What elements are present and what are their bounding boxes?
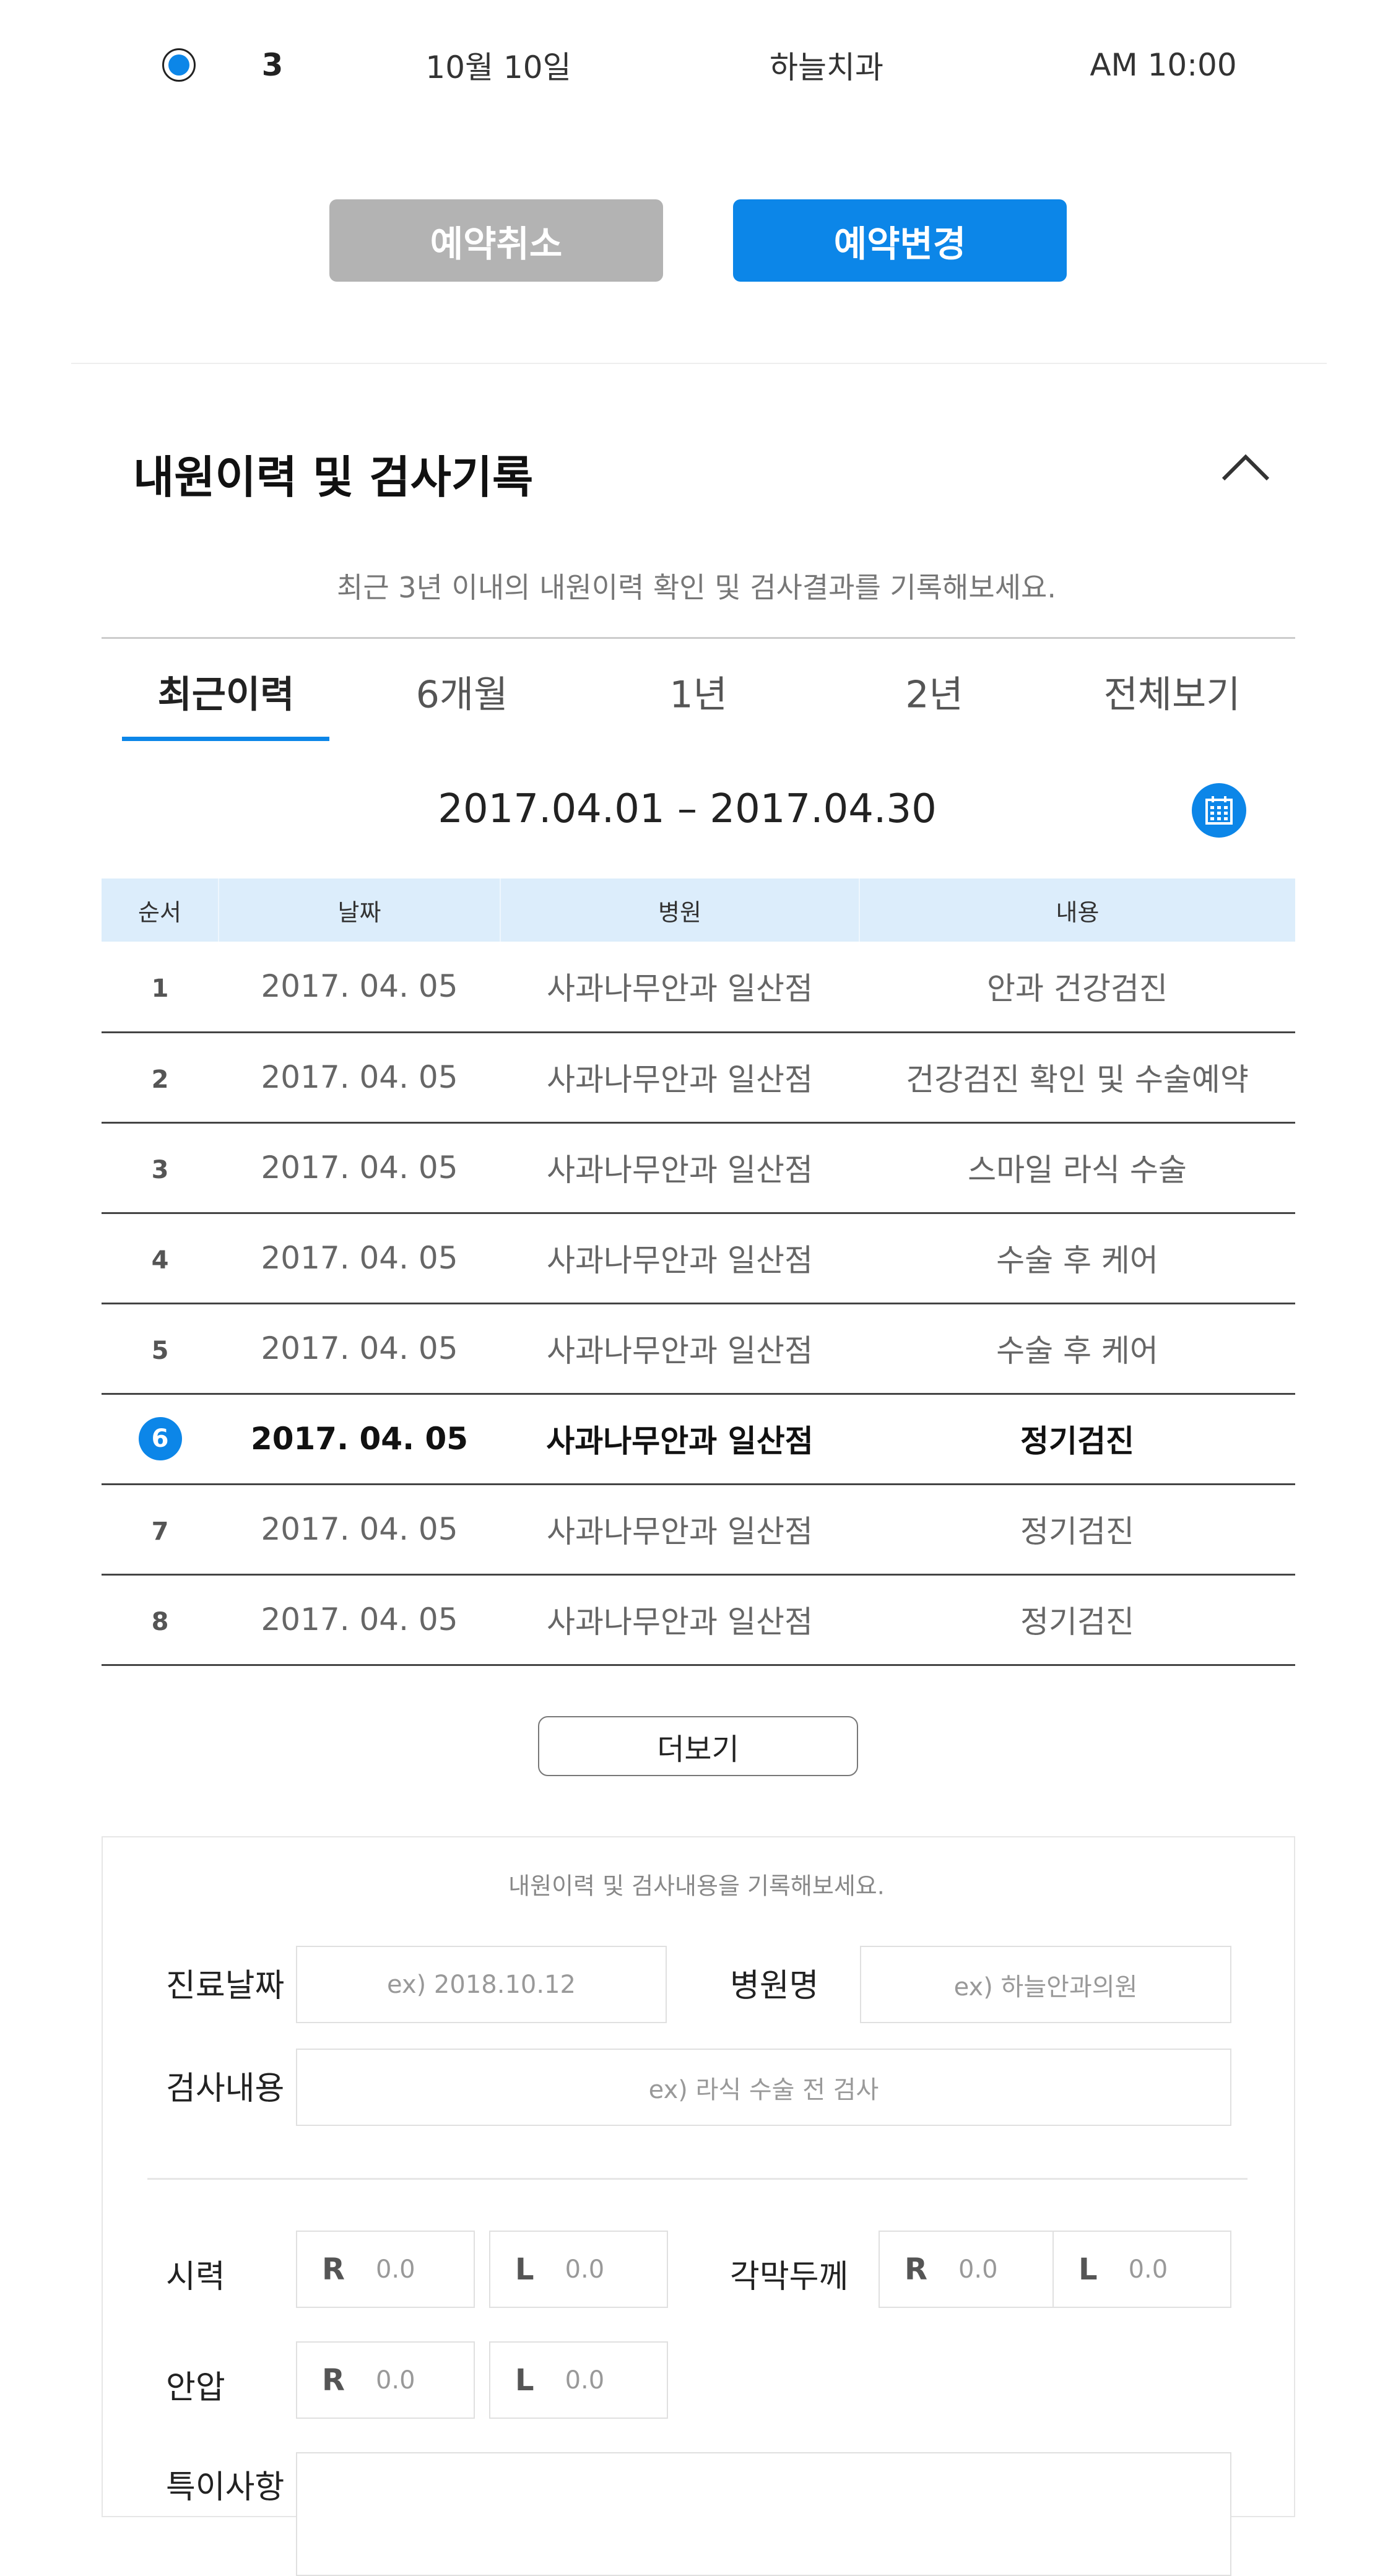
record-form xyxy=(102,1836,1295,2517)
table-row[interactable]: 8 2017. 04. 05 사과나무안과 일산점 정기검진 xyxy=(102,1574,1295,1666)
reservation-hospital: 하늘치과 xyxy=(770,50,883,85)
value-placeholder: 0.0 xyxy=(375,2366,415,2395)
tab-period[interactable]: 6개월 xyxy=(416,665,508,719)
row-content: 스마일 라식 수술 xyxy=(859,1122,1295,1214)
row-date: 2017. 04. 05 xyxy=(219,942,500,1033)
right-eye-label: R xyxy=(322,2252,345,2287)
row-date: 2017. 04. 05 xyxy=(219,1574,500,1666)
row-content: 수술 후 케어 xyxy=(859,1303,1295,1395)
notes-input[interactable] xyxy=(296,2452,1231,2576)
reservation-radio[interactable] xyxy=(162,48,196,82)
vision-right-input[interactable]: R 0.0 xyxy=(296,2231,475,2308)
tab-period[interactable]: 최근이력 xyxy=(158,665,295,719)
row-content: 안과 건강검진 xyxy=(859,942,1295,1033)
cornea-right-input[interactable]: R 0.0 xyxy=(879,2231,1057,2308)
row-number: 7 xyxy=(151,1517,169,1546)
collapse-chevron-up-icon[interactable] xyxy=(1221,452,1270,495)
row-hospital: 사과나무안과 일산점 xyxy=(500,942,859,1033)
pressure-left-input[interactable]: L 0.0 xyxy=(489,2341,668,2419)
section-subtitle: 최근 3년 이내의 내원이력 확인 및 검사결과를 기록해보세요. xyxy=(337,571,1056,604)
vision-left-input[interactable]: L 0.0 xyxy=(489,2231,668,2308)
row-hospital: 사과나무안과 일산점 xyxy=(500,1394,859,1485)
vision-label: 시력 xyxy=(166,2258,225,2296)
cornea-thickness-label: 각막두께 xyxy=(730,2258,849,2296)
col-header-date: 날짜 xyxy=(218,878,500,942)
load-more-button[interactable]: 더보기 xyxy=(538,1716,858,1776)
value-placeholder: 0.0 xyxy=(1128,2255,1168,2284)
tab-period[interactable]: 전체보기 xyxy=(1104,665,1241,719)
active-tab-underline xyxy=(122,737,329,741)
exam-content-label: 검사내용 xyxy=(166,2070,285,2107)
row-hospital: 사과나무안과 일산점 xyxy=(500,1032,859,1124)
left-eye-label: L xyxy=(515,2252,534,2287)
row-date: 2017. 04. 05 xyxy=(219,1213,500,1304)
notes-label: 특이사항 xyxy=(166,2469,285,2506)
cancel-reservation-button[interactable]: 예약취소 xyxy=(329,199,663,282)
table-row[interactable]: 4 2017. 04. 05 사과나무안과 일산점 수술 후 케어 xyxy=(102,1213,1295,1304)
reservation-date: 10월 10일 xyxy=(425,50,571,85)
row-hospital: 사과나무안과 일산점 xyxy=(500,1122,859,1214)
row-content: 정기검진 xyxy=(859,1484,1295,1576)
right-eye-label: R xyxy=(905,2252,927,2287)
exam-content-input[interactable]: ex) 라식 수술 전 검사 xyxy=(296,2049,1231,2126)
row-content: 정기검진 xyxy=(859,1394,1295,1485)
hospital-name-input[interactable]: ex) 하늘안과의원 xyxy=(860,1946,1231,2023)
left-eye-label: L xyxy=(1078,2252,1098,2287)
row-number: 2 xyxy=(151,1065,169,1094)
row-number: 3 xyxy=(151,1156,169,1184)
row-hospital: 사과나무안과 일산점 xyxy=(500,1213,859,1304)
treatment-date-label: 진료날짜 xyxy=(166,1967,285,2005)
table-row[interactable]: 1 2017. 04. 05 사과나무안과 일산점 안과 건강검진 xyxy=(102,942,1295,1033)
cornea-left-input[interactable]: L 0.0 xyxy=(1052,2231,1231,2308)
selected-number-badge: 6 xyxy=(138,1417,182,1460)
value-placeholder: 0.0 xyxy=(375,2255,415,2284)
row-hospital: 사과나무안과 일산점 xyxy=(500,1484,859,1576)
eye-pressure-label: 안압 xyxy=(166,2369,225,2406)
tab-period[interactable]: 2년 xyxy=(905,665,963,719)
row-number: 8 xyxy=(151,1608,169,1636)
treatment-date-input[interactable]: ex) 2018.10.12 xyxy=(296,1946,667,2023)
row-content: 정기검진 xyxy=(859,1574,1295,1666)
col-header-order: 순서 xyxy=(102,878,219,942)
row-number: 4 xyxy=(151,1246,169,1275)
row-date: 2017. 04. 05 xyxy=(219,1484,500,1576)
section-title: 내원이력 및 검사기록 xyxy=(133,451,534,503)
row-date: 2017. 04. 05 xyxy=(219,1394,500,1485)
tab-period[interactable]: 1년 xyxy=(669,665,727,719)
pressure-right-input[interactable]: R 0.0 xyxy=(296,2341,475,2419)
change-reservation-button[interactable]: 예약변경 xyxy=(733,199,1067,282)
row-date: 2017. 04. 05 xyxy=(219,1122,500,1214)
left-eye-label: L xyxy=(515,2362,534,2398)
row-number: 1 xyxy=(151,974,169,1004)
table-row[interactable]: 2 2017. 04. 05 사과나무안과 일산점 건강검진 확인 및 수술예약 xyxy=(102,1032,1295,1124)
form-divider xyxy=(147,2178,1248,2180)
row-content: 건강검진 확인 및 수술예약 xyxy=(859,1032,1295,1124)
row-date: 2017. 04. 05 xyxy=(219,1303,500,1395)
section-divider xyxy=(71,363,1327,364)
table-row[interactable]: 7 2017. 04. 05 사과나무안과 일산점 정기검진 xyxy=(102,1484,1295,1576)
row-hospital: 사과나무안과 일산점 xyxy=(500,1574,859,1666)
table-row[interactable]: 5 2017. 04. 05 사과나무안과 일산점 수술 후 케어 xyxy=(102,1303,1295,1395)
value-placeholder: 0.0 xyxy=(958,2255,998,2284)
value-placeholder: 0.0 xyxy=(565,2366,605,2395)
row-hospital: 사과나무안과 일산점 xyxy=(500,1303,859,1395)
col-header-hospital: 병원 xyxy=(500,878,859,942)
reservation-time: AM 10:00 xyxy=(1090,47,1237,83)
form-subtitle: 내원이력 및 검사내용을 기록해보세요. xyxy=(508,1872,885,1900)
table-row[interactable]: 6 2017. 04. 05 사과나무안과 일산점 정기검진 xyxy=(102,1394,1295,1485)
row-number: 5 xyxy=(151,1337,169,1365)
reservation-number: 3 xyxy=(261,47,284,83)
history-table: 순서 날짜 병원 내용 1 2017. 04. 05 사과나무안과 일산점 안과… xyxy=(102,878,1295,1666)
value-placeholder: 0.0 xyxy=(565,2255,605,2284)
row-content: 수술 후 케어 xyxy=(859,1213,1295,1304)
row-date: 2017. 04. 05 xyxy=(219,1032,500,1124)
tabs-top-border xyxy=(102,637,1295,639)
calendar-icon[interactable] xyxy=(1192,783,1246,838)
hospital-name-label: 병원명 xyxy=(730,1967,819,2005)
col-header-content: 내용 xyxy=(859,878,1295,942)
table-row[interactable]: 3 2017. 04. 05 사과나무안과 일산점 스마일 라식 수술 xyxy=(102,1122,1295,1214)
right-eye-label: R xyxy=(322,2362,345,2398)
date-range: 2017.04.01 – 2017.04.30 xyxy=(438,786,937,832)
